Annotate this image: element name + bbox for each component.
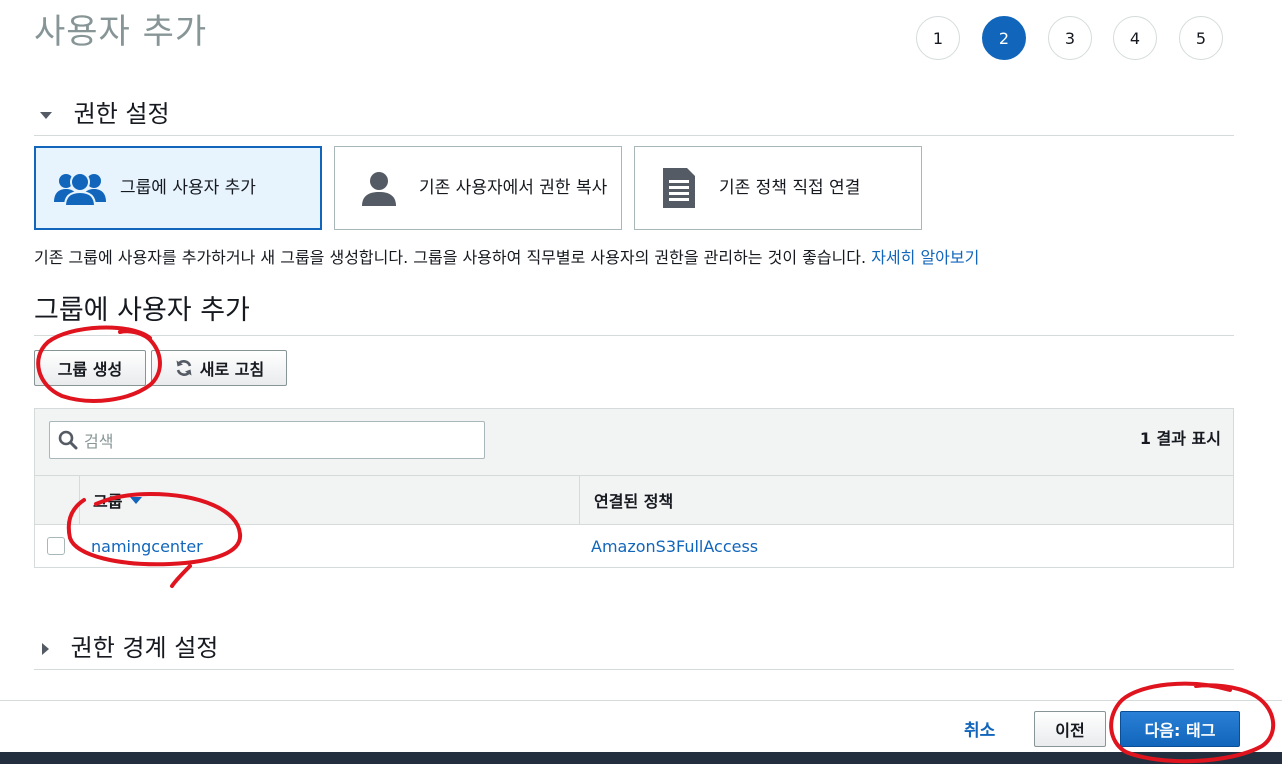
group-cell: namingcenter: [91, 525, 203, 567]
cancel-link[interactable]: 취소: [964, 716, 995, 741]
step-4[interactable]: 4: [1113, 16, 1157, 60]
option-copy-permissions[interactable]: 기존 사용자에서 권한 복사: [334, 146, 622, 230]
permissions-section-toggle[interactable]: 권한 설정: [34, 94, 1234, 136]
policy-cell: AmazonS3FullAccess: [591, 525, 758, 567]
step-1[interactable]: 1: [916, 16, 960, 60]
boundary-heading: 권한 경계 설정: [70, 634, 219, 662]
row-checkbox[interactable]: [47, 537, 65, 555]
group-link[interactable]: namingcenter: [91, 537, 203, 556]
option-label: 기존 정책 직접 연결: [719, 177, 861, 198]
column-divider: [79, 476, 80, 524]
next-label: 다음: 태그: [1144, 721, 1216, 740]
next-tags-button[interactable]: 다음: 태그: [1120, 711, 1240, 747]
permissions-description: 기존 그룹에 사용자를 추가하거나 새 그룹을 생성합니다. 그룹을 사용하여 …: [34, 244, 979, 268]
refresh-button[interactable]: 새로 고침: [151, 350, 287, 386]
table-toolbar: 검색 1 결과 표시: [35, 409, 1233, 475]
caret-down-icon: [40, 111, 52, 119]
create-group-label: 그룹 생성: [57, 360, 123, 379]
document-icon: [649, 166, 709, 210]
users-group-icon: [50, 168, 110, 208]
groups-table: 검색 1 결과 표시 그룹 연결된 정책 namingcenter Amazon…: [34, 408, 1234, 568]
page-title: 사용자 추가: [34, 12, 208, 52]
user-icon: [349, 168, 409, 208]
permissions-heading: 권한 설정: [73, 100, 170, 128]
option-label: 그룹에 사용자 추가: [120, 177, 256, 198]
caret-right-icon: [42, 643, 49, 655]
step-2[interactable]: 2: [982, 16, 1026, 60]
search-placeholder: 검색: [84, 432, 114, 451]
boundary-section-toggle[interactable]: 권한 경계 설정: [34, 628, 1234, 670]
column-attached-policies[interactable]: 연결된 정책: [579, 476, 1233, 524]
table-row[interactable]: namingcenter AmazonS3FullAccess: [35, 525, 1233, 567]
table-header: 그룹 연결된 정책: [35, 475, 1233, 525]
column-group[interactable]: 그룹: [79, 476, 579, 524]
refresh-label: 새로 고침: [199, 360, 265, 379]
groups-heading: 그룹에 사용자 추가: [34, 288, 1234, 336]
learn-more-link[interactable]: 자세히 알아보기: [871, 248, 979, 267]
footer-bar: [0, 752, 1282, 764]
refresh-icon: [174, 358, 194, 378]
column-group-label: 그룹: [93, 492, 123, 511]
option-label: 기존 사용자에서 권한 복사: [419, 177, 608, 198]
option-add-to-group[interactable]: 그룹에 사용자 추가: [34, 146, 322, 230]
previous-button[interactable]: 이전: [1034, 711, 1106, 747]
sort-descending-icon: [130, 496, 143, 504]
step-5[interactable]: 5: [1179, 16, 1223, 60]
policy-link[interactable]: AmazonS3FullAccess: [591, 537, 758, 556]
search-input[interactable]: 검색: [49, 421, 485, 459]
option-attach-policies[interactable]: 기존 정책 직접 연결: [634, 146, 922, 230]
description-text: 기존 그룹에 사용자를 추가하거나 새 그룹을 생성합니다. 그룹을 사용하여 …: [34, 248, 867, 267]
previous-label: 이전: [1055, 721, 1085, 740]
result-count: 1 결과 표시: [1139, 429, 1221, 448]
search-icon: [58, 430, 78, 450]
column-policy-label: 연결된 정책: [594, 492, 674, 511]
step-3[interactable]: 3: [1048, 16, 1092, 60]
create-group-button[interactable]: 그룹 생성: [34, 350, 146, 386]
